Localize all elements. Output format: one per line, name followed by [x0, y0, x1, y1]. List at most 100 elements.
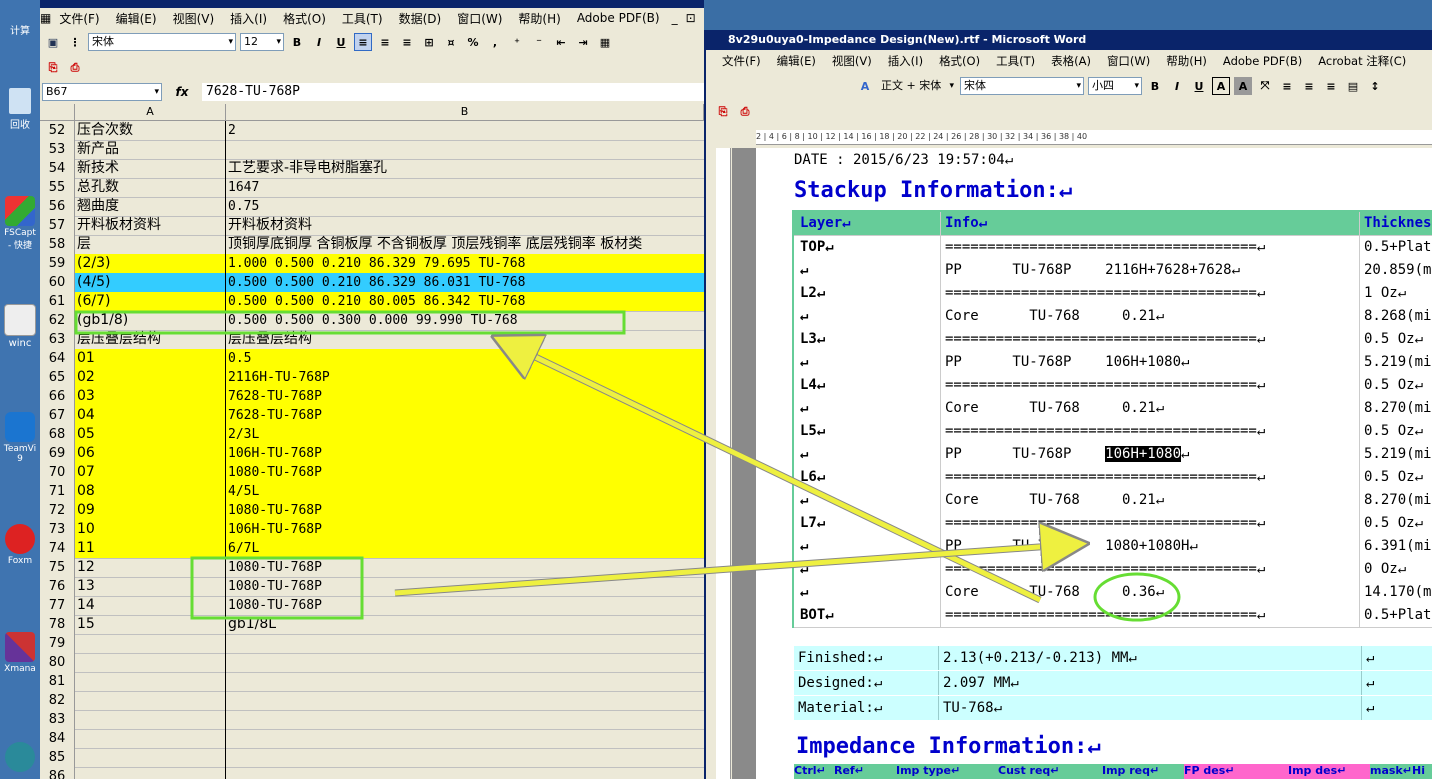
fscapture-shortcut[interactable]: FSCapt - 快捷: [2, 196, 38, 251]
cell-b[interactable]: 开料板材资料: [226, 216, 704, 235]
function-icon[interactable]: fx: [162, 85, 202, 99]
cell-a[interactable]: 13: [75, 577, 226, 596]
decrease-decimal-button[interactable]: ⁻: [530, 33, 548, 51]
word-menu-table[interactable]: 表格(A): [1043, 53, 1099, 69]
word-underline-button[interactable]: U: [1190, 77, 1208, 95]
cell-a[interactable]: 15: [75, 615, 226, 634]
word-font-select[interactable]: 宋体: [960, 77, 1084, 95]
restore-button[interactable]: ⊡: [682, 11, 700, 25]
excel-menu-insert[interactable]: 插入(I): [222, 10, 275, 27]
row-number[interactable]: 62: [40, 311, 75, 330]
cell-b[interactable]: 2: [226, 121, 704, 140]
cell-b[interactable]: 工艺要求-非导电树脂塞孔: [226, 159, 704, 178]
cell-a[interactable]: 01: [75, 349, 226, 368]
cell-a[interactable]: 11: [75, 539, 226, 558]
cell-a[interactable]: 06: [75, 444, 226, 463]
cell-a[interactable]: (6/7): [75, 292, 226, 311]
line-spacing-button[interactable]: ↕: [1366, 77, 1384, 95]
row-number[interactable]: 59: [40, 254, 75, 273]
cell-b[interactable]: 0.500 0.500 0.210 80.005 86.342 TU-768: [226, 292, 704, 311]
excel-menu-file[interactable]: 文件(F): [51, 10, 107, 27]
excel-menu-window[interactable]: 窗口(W): [449, 10, 510, 27]
word-menu-adobe-pdf[interactable]: Adobe PDF(B): [1215, 54, 1310, 68]
cell-b[interactable]: 106H-TU-768P: [226, 520, 704, 539]
distributed-button[interactable]: ▤: [1344, 77, 1362, 95]
cell-a[interactable]: 09: [75, 501, 226, 520]
excel-menu-data[interactable]: 数据(D): [391, 10, 450, 27]
pdf-email-icon[interactable]: ⎙: [66, 59, 84, 77]
cell-b[interactable]: 1080-TU-768P: [226, 558, 704, 577]
cell-b[interactable]: 1080-TU-768P: [226, 463, 704, 482]
row-number[interactable]: 82: [40, 691, 75, 710]
close-button[interactable]: ✕: [700, 11, 705, 25]
save-icon[interactable]: ▣: [44, 33, 62, 51]
row-number[interactable]: 54: [40, 159, 75, 178]
row-number[interactable]: 58: [40, 235, 75, 254]
cell-a[interactable]: 04: [75, 406, 226, 425]
cell-a[interactable]: 层压叠层结构: [75, 330, 226, 349]
cell-a[interactable]: 14: [75, 596, 226, 615]
cell-a[interactable]: 新产品: [75, 140, 226, 159]
cell-a[interactable]: 08: [75, 482, 226, 501]
word-menu-file[interactable]: 文件(F): [714, 53, 769, 69]
cell-b[interactable]: [226, 672, 704, 691]
word-menu-insert[interactable]: 插入(I): [880, 53, 931, 69]
horizontal-ruler[interactable]: 2 | 4 | 6 | 8 | 10 | 12 | 14 | 16 | 18 |…: [756, 130, 1432, 145]
row-number[interactable]: 52: [40, 121, 75, 140]
align-left-button[interactable]: ≡: [354, 33, 372, 51]
cell-b[interactable]: 2/3L: [226, 425, 704, 444]
cell-b[interactable]: [226, 748, 704, 767]
cell-a[interactable]: 02: [75, 368, 226, 387]
increase-indent-button[interactable]: ⇥: [574, 33, 592, 51]
word-menu-view[interactable]: 视图(V): [824, 53, 880, 69]
row-number[interactable]: 81: [40, 672, 75, 691]
align-right-button[interactable]: ≡: [398, 33, 416, 51]
cell-b[interactable]: 4/5L: [226, 482, 704, 501]
row-number[interactable]: 53: [40, 140, 75, 159]
row-number[interactable]: 78: [40, 615, 75, 634]
column-header-a[interactable]: A: [75, 104, 226, 120]
row-number[interactable]: 68: [40, 425, 75, 444]
cell-a[interactable]: (2/3): [75, 254, 226, 273]
cell-b[interactable]: 7628-TU-768P: [226, 387, 704, 406]
row-number[interactable]: 61: [40, 292, 75, 311]
cell-b[interactable]: 1.000 0.500 0.210 86.329 79.695 TU-768: [226, 254, 704, 273]
italic-button[interactable]: I: [310, 33, 328, 51]
char-shading-button[interactable]: A: [1234, 77, 1252, 95]
cell-a[interactable]: 总孔数: [75, 178, 226, 197]
row-number[interactable]: 76: [40, 577, 75, 596]
decrease-indent-button[interactable]: ⇤: [552, 33, 570, 51]
increase-decimal-button[interactable]: ⁺: [508, 33, 526, 51]
excel-menu-format[interactable]: 格式(O): [275, 10, 334, 27]
cell-a[interactable]: [75, 748, 226, 767]
cell-b[interactable]: [226, 691, 704, 710]
row-number[interactable]: 70: [40, 463, 75, 482]
word-align-center-button[interactable]: ≡: [1300, 77, 1318, 95]
word-menu-window[interactable]: 窗口(W): [1099, 53, 1158, 69]
row-number[interactable]: 69: [40, 444, 75, 463]
cell-a[interactable]: (4/5): [75, 273, 226, 292]
style-select[interactable]: 正文 + 宋体: [878, 78, 956, 94]
excel-menu-help[interactable]: 帮助(H): [510, 10, 568, 27]
winc-shortcut[interactable]: winc: [2, 304, 38, 349]
row-number[interactable]: 56: [40, 197, 75, 216]
xmanager-shortcut[interactable]: Xmana: [2, 632, 38, 674]
excel-menu-view[interactable]: 视图(V): [165, 10, 223, 27]
cell-b[interactable]: 1080-TU-768P: [226, 577, 704, 596]
cell-b[interactable]: 106H-TU-768P: [226, 444, 704, 463]
cell-b[interactable]: [226, 140, 704, 159]
excel-app-icon[interactable]: ▦: [40, 11, 51, 25]
justify-button[interactable]: ≡: [1278, 77, 1296, 95]
row-number[interactable]: 57: [40, 216, 75, 235]
document-page[interactable]: DATE : 2015/6/23 19:57:04↵ Stackup Infor…: [756, 148, 1432, 779]
vertical-ruler[interactable]: [716, 148, 731, 779]
cell-a[interactable]: 压合次数: [75, 121, 226, 140]
name-box[interactable]: B67: [42, 83, 162, 101]
word-bold-button[interactable]: B: [1146, 77, 1164, 95]
cell-a[interactable]: [75, 729, 226, 748]
cell-b[interactable]: 0.500 0.500 0.210 86.329 86.031 TU-768: [226, 273, 704, 292]
toolbar-options-icon[interactable]: ⋮: [66, 33, 84, 51]
excel-menu-tools[interactable]: 工具(T): [334, 10, 391, 27]
row-number[interactable]: 74: [40, 539, 75, 558]
cell-b[interactable]: 1080-TU-768P: [226, 501, 704, 520]
